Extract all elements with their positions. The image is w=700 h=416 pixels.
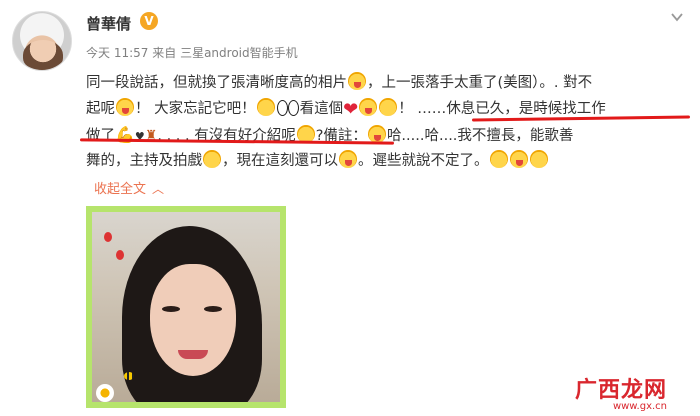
emoji-icon <box>359 98 378 116</box>
post-text: 同一段說話，但就換了張清晰度高的相片 ，上一張落手太重了(美图）。. 對不 起呢！… <box>86 70 692 174</box>
post-line-1: 同一段說話，但就換了張清晰度高的相片 ，上一張落手太重了(美图）。. 對不 <box>86 70 692 96</box>
post-via: 来自 <box>152 46 177 60</box>
heart-icon: ❤ <box>343 99 359 120</box>
avatar[interactable] <box>12 11 72 71</box>
post-source[interactable]: 三星android智能手机 <box>180 46 298 60</box>
username[interactable]: 曾華倩 <box>86 13 131 34</box>
emoji-icon <box>339 150 357 168</box>
emoji-icon <box>379 98 398 116</box>
post-photo[interactable] <box>86 206 286 408</box>
flex-arm-icon: 💪 <box>115 125 135 144</box>
watermark-logo: 广西龙网 www.gx.cn <box>575 378 668 412</box>
emoji-icon <box>367 125 386 143</box>
figure-icon: ♜ <box>144 128 158 144</box>
emoji-icon <box>489 150 508 168</box>
post-line-4: 舞的，主持及拍戲 ，現在這刻還可以 。遲些就說不定了。 <box>86 148 692 174</box>
bee-sticker-icon <box>124 372 134 380</box>
post-meta: 今天 11:57 来自 三星android智能手机 <box>86 44 298 61</box>
emoji-icon <box>116 98 134 116</box>
emoji-icon <box>203 150 221 168</box>
chevron-down-icon[interactable] <box>670 10 684 24</box>
eyes-emoji-icon <box>276 98 299 116</box>
emoji-icon <box>509 150 528 168</box>
emoji-icon <box>256 98 275 116</box>
flower-sticker-icon <box>96 384 114 402</box>
chevron-up-icon: ︿ <box>152 182 165 196</box>
emoji-icon <box>348 72 366 90</box>
collapse-text-link[interactable]: 收起全文 ︿ <box>94 178 164 197</box>
verified-badge-icon: V <box>140 12 158 30</box>
emoji-icon <box>529 150 548 168</box>
post-time[interactable]: 今天 11:57 <box>86 46 148 60</box>
